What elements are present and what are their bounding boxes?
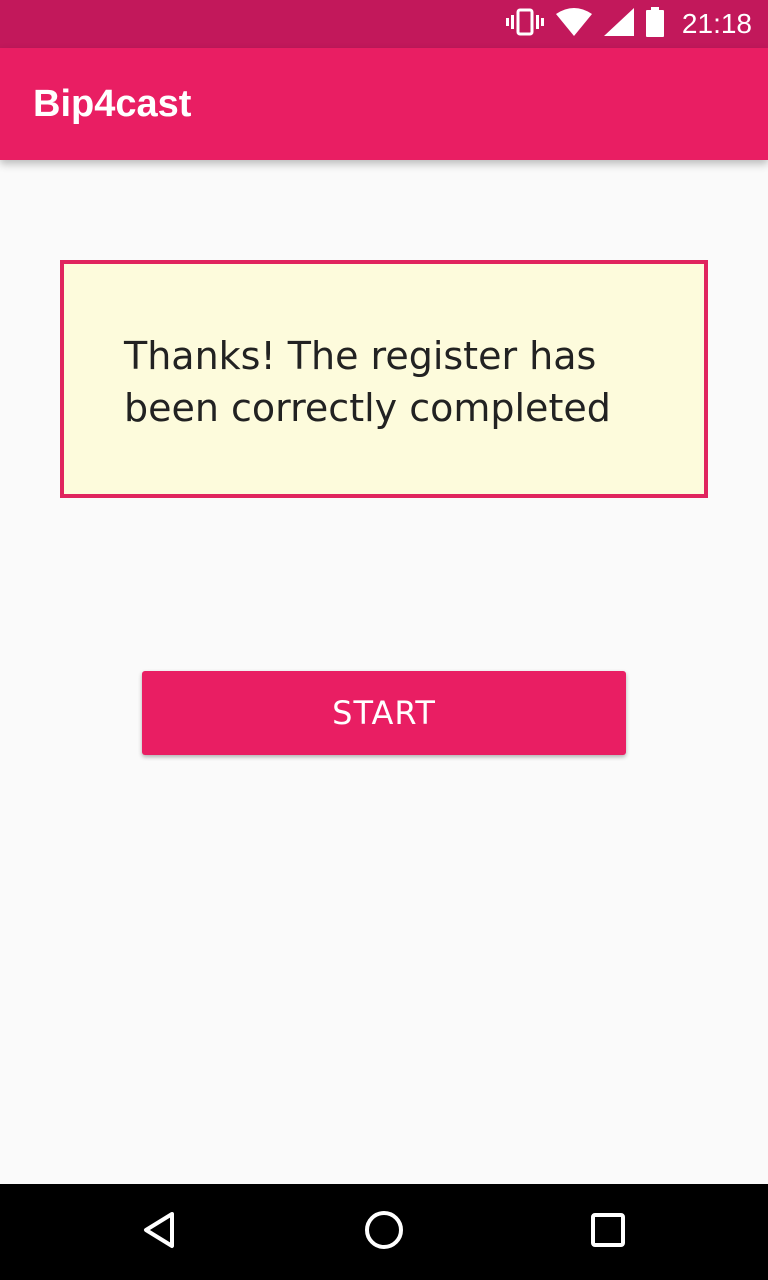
vibrate-icon xyxy=(505,8,544,40)
back-button[interactable] xyxy=(112,1184,208,1280)
signal-icon xyxy=(603,8,634,40)
recents-icon xyxy=(590,1212,626,1252)
status-bar: 21:18 xyxy=(0,0,768,48)
wifi-icon xyxy=(555,8,592,40)
app-title: Bip4cast xyxy=(33,83,192,125)
home-icon xyxy=(363,1209,405,1255)
confirmation-message: Thanks! The register has been correctly … xyxy=(124,334,611,430)
home-button[interactable] xyxy=(336,1184,432,1280)
back-icon xyxy=(140,1210,180,1254)
app-bar: Bip4cast xyxy=(0,48,768,160)
start-button[interactable]: START xyxy=(142,671,626,755)
navigation-bar xyxy=(0,1184,768,1280)
status-time: 21:18 xyxy=(681,8,752,39)
status-icons: 21:18 xyxy=(505,0,752,48)
recents-button[interactable] xyxy=(560,1184,656,1280)
confirmation-message-box: Thanks! The register has been correctly … xyxy=(60,260,708,498)
battery-icon xyxy=(645,7,664,41)
main-content: Thanks! The register has been correctly … xyxy=(0,160,768,1184)
